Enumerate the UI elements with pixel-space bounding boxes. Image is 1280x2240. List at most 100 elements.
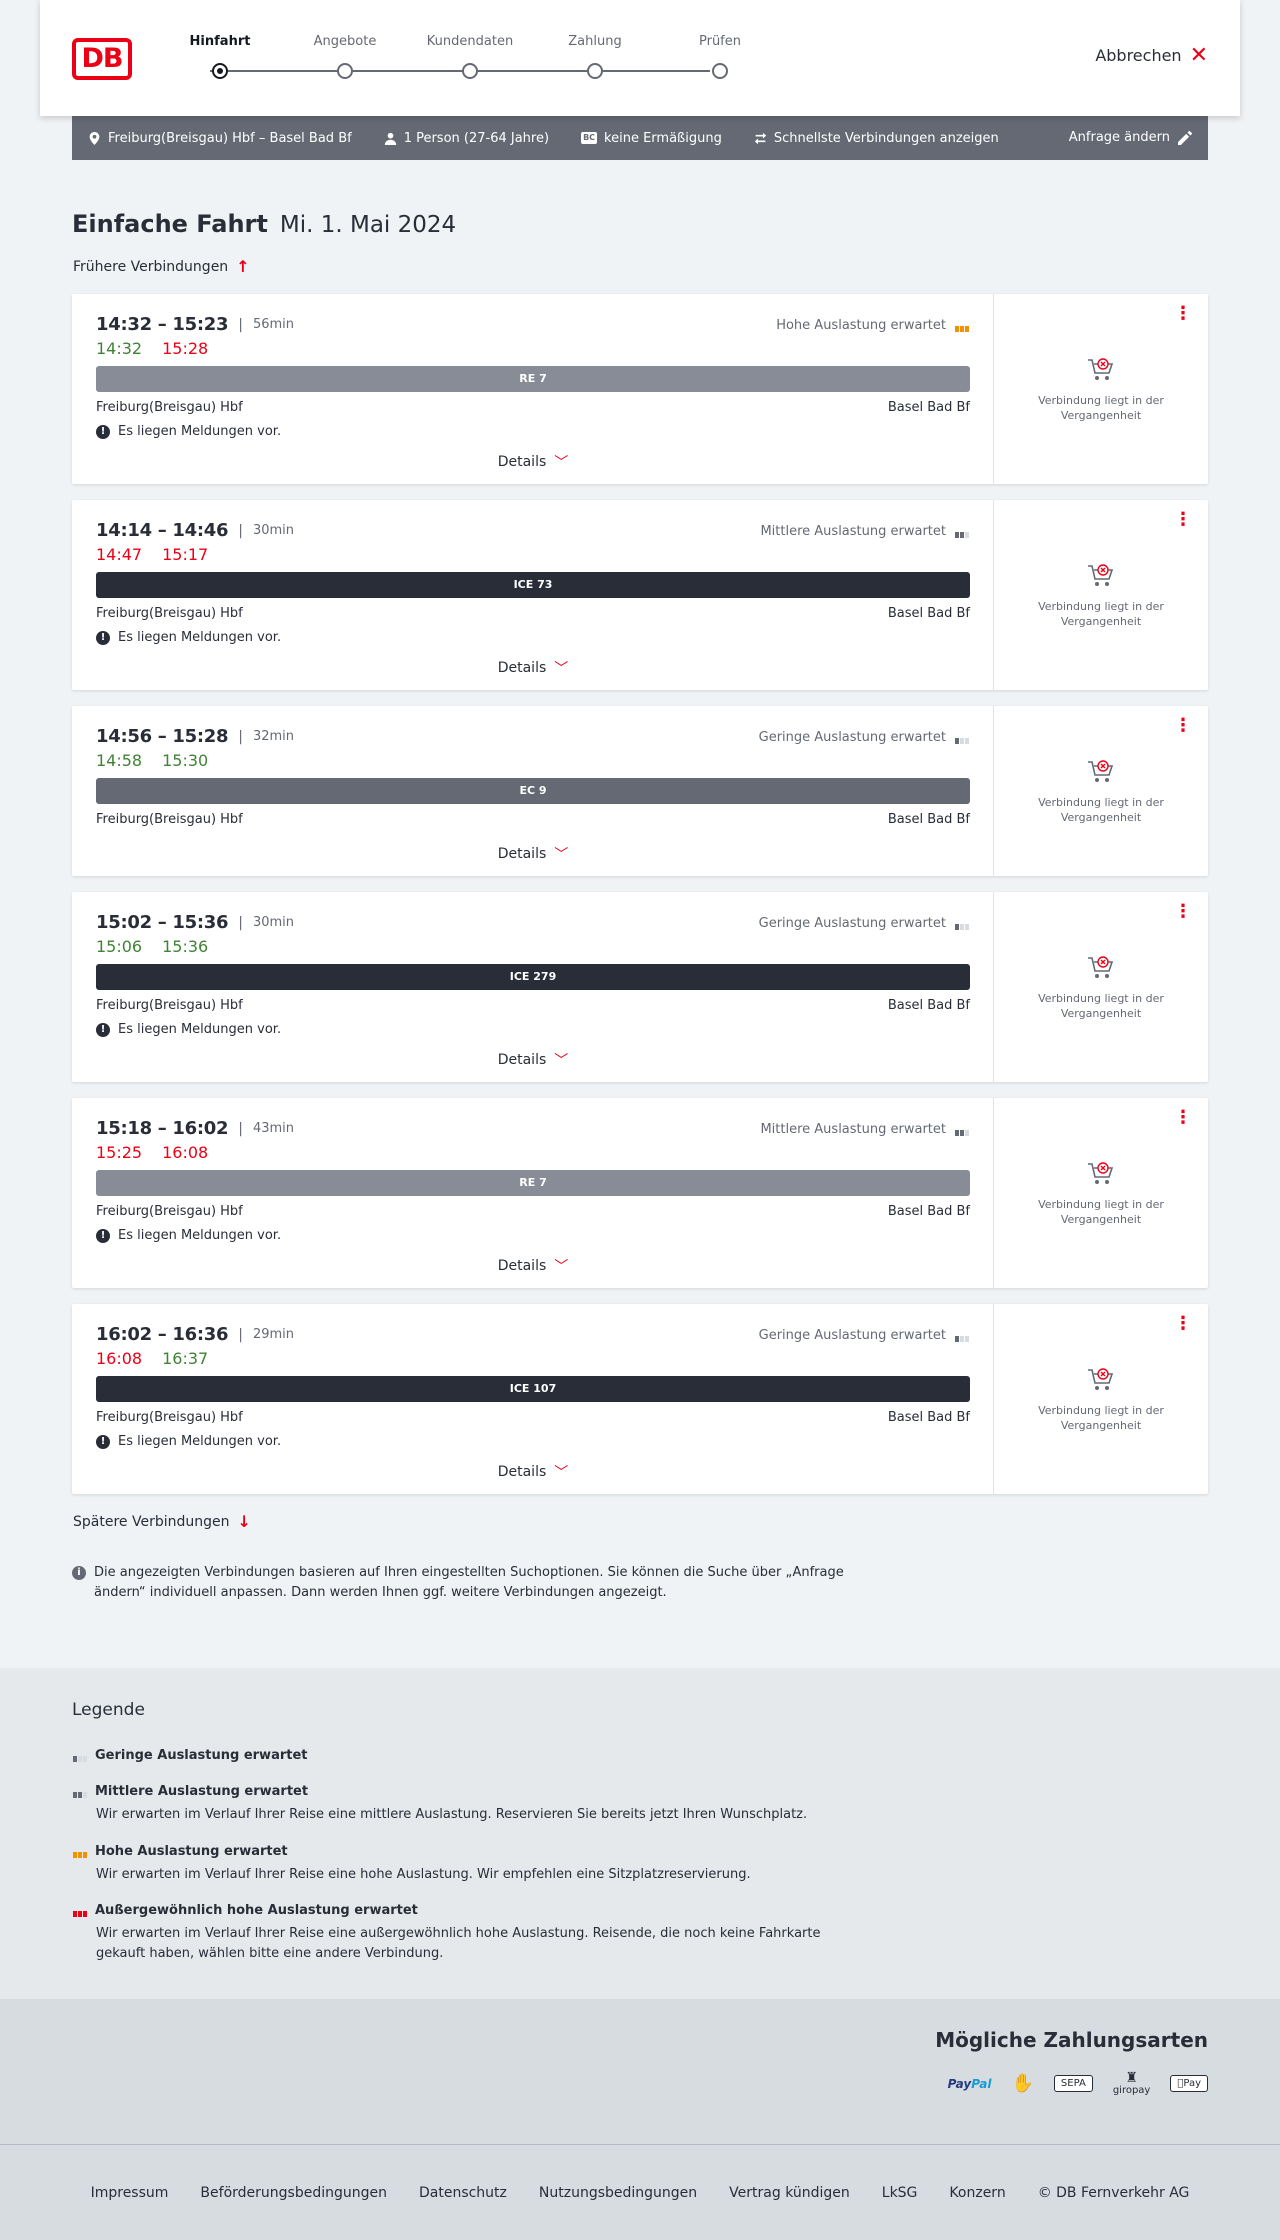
connection-card[interactable]: 14:56 – 15:28 | 32min 14:58 15:30 Gering… [72,706,1208,876]
message-text: Es liegen Meldungen vor. [118,630,282,645]
separator: | [238,914,243,931]
header: DB Hinfahrt Angebote Kundendaten Zahlung… [40,0,1240,116]
details-toggle[interactable]: Details ﹀ [72,1256,994,1276]
stations: Freiburg(Breisgau) Hbf Basel Bad Bf [96,812,970,827]
duration: 56min [252,317,295,332]
cart-unavailable-icon [1024,759,1178,785]
info-note-text: Die angezeigten Verbindungen basieren au… [94,1565,844,1600]
details-label: Details [497,1464,547,1480]
cart-unavailable-icon [1024,357,1178,383]
db-logo[interactable]: DB [72,38,132,80]
person-icon [384,132,396,145]
payment-methods-section: Mögliche Zahlungsarten PayPal ✋ SEPA ♜ g… [0,1999,1280,2144]
realtime-arrival: 16:37 [162,1349,209,1368]
more-options-icon[interactable]: ⋮ [1174,305,1192,323]
planned-times: 14:56 – 15:28 [96,726,229,747]
more-options-icon[interactable]: ⋮ [1174,903,1192,921]
connection-card[interactable]: 14:32 – 15:23 | 56min 14:32 15:28 Hohe A… [72,294,1208,484]
footer-link-vertrag-kuendigen[interactable]: Vertrag kündigen [729,2185,850,2201]
earlier-label: Frühere Verbindungen [73,258,229,275]
duration: 30min [252,523,295,538]
step-label: Zahlung [568,34,622,49]
legend-item-title: Mittlere Auslastung erwartet [95,1784,309,1799]
planned-times: 14:14 – 14:46 [96,520,229,541]
progress-stepper: Hinfahrt Angebote Kundendaten Zahlung Pr… [170,34,741,84]
occupancy-text: Hohe Auslastung erwartet [776,318,946,333]
step-label: Angebote [313,34,377,49]
occupancy-mid-icon [72,1786,87,1798]
from-station: Freiburg(Breisgau) Hbf [96,1410,243,1425]
past-connection-info: Verbindung liegt in der Vergangenheit [994,955,1208,1021]
stations: Freiburg(Breisgau) Hbf Basel Bad Bf [96,400,970,415]
footer-link-impressum[interactable]: Impressum [91,2185,169,2201]
footer-link-datenschutz[interactable]: Datenschutz [419,2185,507,2201]
connection-card[interactable]: 14:14 – 14:46 | 30min 14:47 15:17 Mittle… [72,500,1208,690]
exclamation-icon: ! [96,1228,110,1243]
connection-card[interactable]: 15:18 – 16:02 | 43min 15:25 16:08 Mittle… [72,1098,1208,1288]
separator: | [238,1326,243,1343]
cart-unavailable-icon [1024,563,1178,589]
exclamation-icon: ! [96,1434,110,1449]
occupancy-mid-icon [954,526,969,538]
legend-item-mid: Mittlere Auslastung erwartet Wir erwarte… [72,1784,872,1825]
chevron-down-icon: ﹀ [554,847,569,863]
payment-title: Mögliche Zahlungsarten [935,2028,1208,2052]
change-request-button[interactable]: Anfrage ändern [1069,130,1192,145]
step-label: Hinfahrt [189,34,251,49]
details-toggle[interactable]: Details ﹀ [72,844,994,864]
exclamation-icon: ! [96,630,110,645]
occupancy-info: Geringe Auslastung erwartet [759,730,969,745]
earlier-connections-link[interactable]: Frühere Verbindungen ↑ [73,257,250,276]
connection-card[interactable]: 15:02 – 15:36 | 30min 15:06 15:36 Gering… [72,892,1208,1082]
footer-link-konzern[interactable]: Konzern [949,2185,1005,2201]
from-station: Freiburg(Breisgau) Hbf [96,812,243,827]
train-bar: ICE 107 [96,1376,970,1402]
connection-times: 16:02 – 16:36 | 29min [96,1324,294,1345]
search-persons: 1 Person (27-64 Jahre) [384,131,549,146]
past-connection-info: Verbindung liegt in der Vergangenheit [994,563,1208,629]
step-dot-icon [212,63,228,79]
trip-date: Mi. 1. Mai 2024 [279,212,457,238]
legend-item-high: Hohe Auslastung erwartet Wir erwarten im… [72,1844,872,1885]
legend-item-desc: Wir erwarten im Verlauf Ihrer Reise eine… [96,1926,821,1961]
occupancy-mid-icon [954,1124,969,1136]
details-toggle[interactable]: Details ﹀ [72,658,994,678]
more-options-icon[interactable]: ⋮ [1174,511,1192,529]
later-label: Spätere Verbindungen [73,1513,230,1530]
stepper-line [210,70,710,72]
connection-times: 15:02 – 15:36 | 30min [96,912,294,933]
realtime-times: 14:47 15:17 [96,545,208,564]
connection-side: ⋮ Verbindung liegt in der Vergangenheit [994,294,1208,484]
connection-card[interactable]: 16:02 – 16:36 | 29min 16:08 16:37 Gering… [72,1304,1208,1494]
location-pin-icon [89,131,100,145]
more-options-icon[interactable]: ⋮ [1174,717,1192,735]
details-toggle[interactable]: Details ﹀ [72,1462,994,1482]
occupancy-text: Geringe Auslastung erwartet [758,730,946,745]
step-angebote: Angebote [295,34,395,79]
connection-times: 14:56 – 15:28 | 32min [96,726,294,747]
details-toggle[interactable]: Details ﹀ [72,1050,994,1070]
details-toggle[interactable]: Details ﹀ [72,452,994,472]
legend-section: Legende Geringe Auslastung erwartet Mitt… [0,1668,1280,1999]
footer-link-befoerderungsbedingungen[interactable]: Beförderungsbedingungen [200,2185,387,2201]
occupancy-info: Mittlere Auslastung erwartet [760,1122,969,1137]
footer-link-lksg[interactable]: LkSG [882,2185,918,2201]
more-options-icon[interactable]: ⋮ [1174,1315,1192,1333]
step-zahlung: Zahlung [545,34,645,79]
to-station: Basel Bad Bf [887,1204,970,1219]
later-connections-link[interactable]: Spätere Verbindungen ↓ [73,1512,251,1531]
footer: Impressum Beförderungsbedingungen Datens… [0,2144,1280,2240]
stations: Freiburg(Breisgau) Hbf Basel Bad Bf [96,1410,970,1425]
step-label: Prüfen [698,34,741,49]
planned-times: 15:02 – 15:36 [96,912,229,933]
duration: 43min [252,1121,295,1136]
past-connection-text: Verbindung liegt in der Vergangenheit [1038,600,1164,628]
message-text: Es liegen Meldungen vor. [118,1434,282,1449]
connection-side: ⋮ Verbindung liegt in der Vergangenheit [994,1098,1208,1288]
past-connection-text: Verbindung liegt in der Vergangenheit [1038,992,1164,1020]
to-station: Basel Bad Bf [887,606,970,621]
footer-link-nutzungsbedingungen[interactable]: Nutzungsbedingungen [539,2185,697,2201]
cancel-button[interactable]: Abbrechen ✕ [1095,44,1208,66]
separator: | [238,1120,243,1137]
more-options-icon[interactable]: ⋮ [1174,1109,1192,1127]
